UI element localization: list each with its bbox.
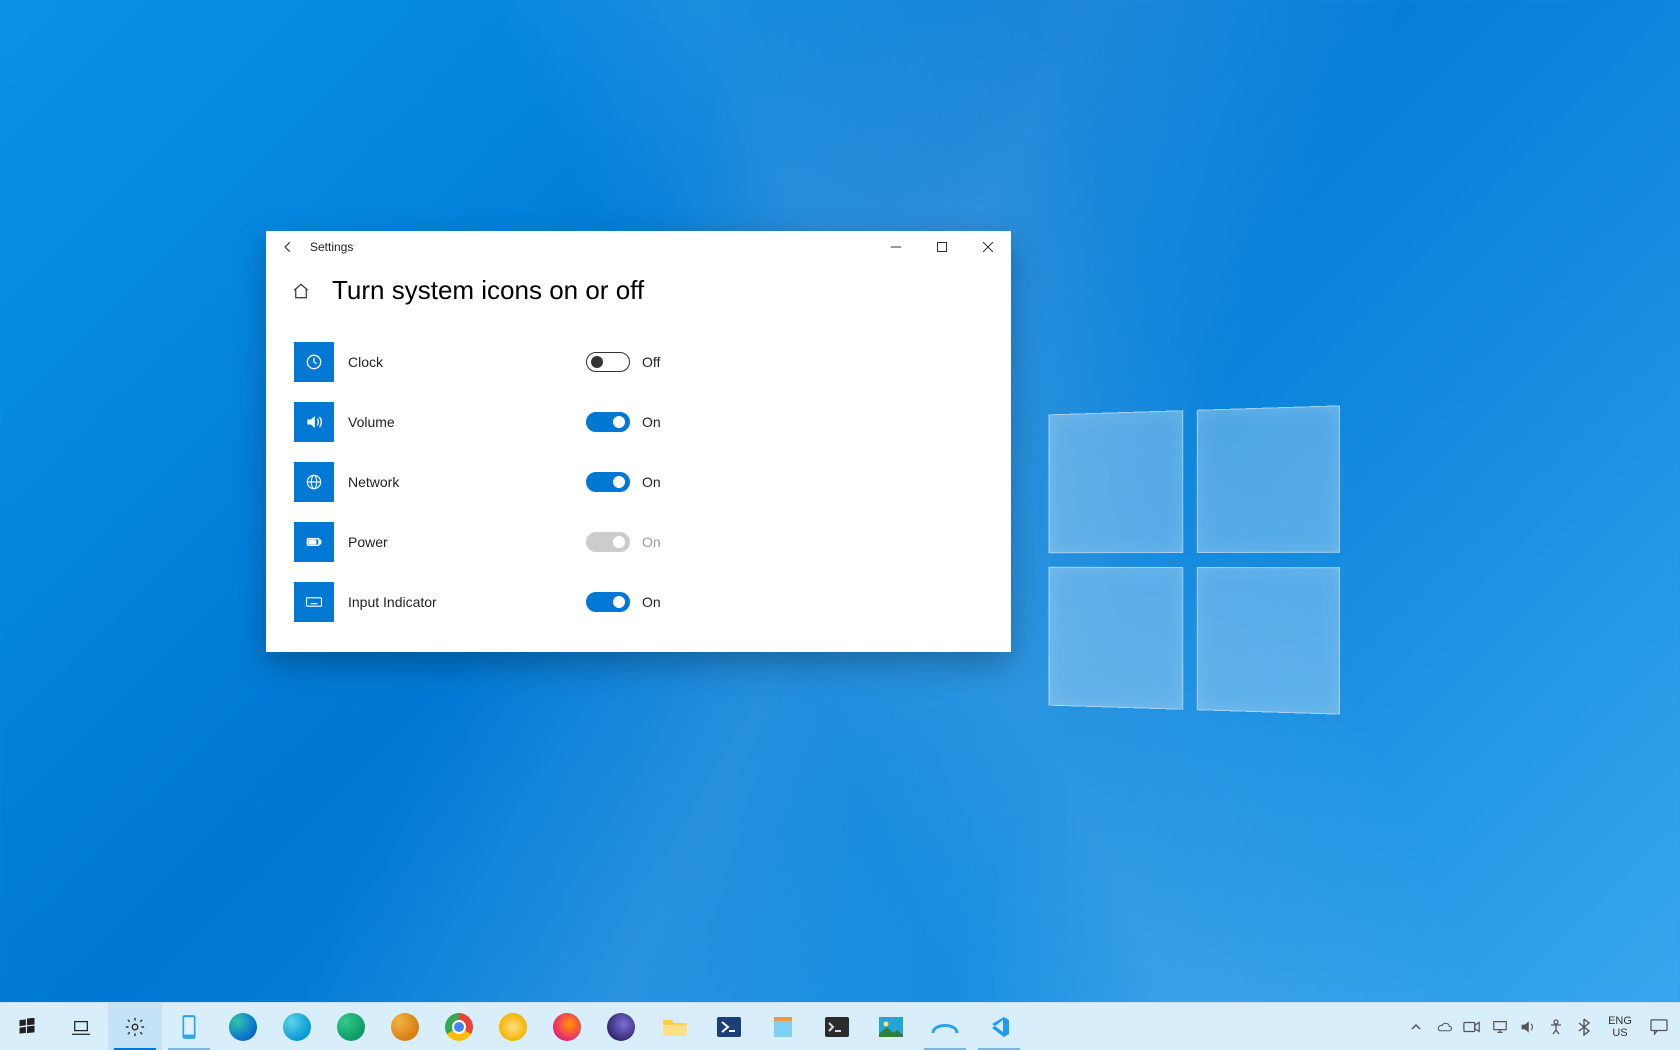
system-tray: ENG US <box>1402 1003 1680 1050</box>
taskbar-app-firefox-dev[interactable] <box>594 1003 648 1050</box>
tray-bluetooth-icon[interactable] <box>1570 1003 1598 1050</box>
volume-icon <box>294 402 334 442</box>
toggle-state: Off <box>642 354 660 370</box>
toggle-input-indicator[interactable] <box>586 592 630 612</box>
lang-bottom: US <box>1598 1027 1642 1039</box>
taskview-button[interactable] <box>54 1003 108 1050</box>
taskbar-app-vscode[interactable] <box>972 1003 1026 1050</box>
tray-onedrive-icon[interactable] <box>1430 1003 1458 1050</box>
lang-top: ENG <box>1598 1015 1642 1027</box>
keyboard-icon <box>294 582 334 622</box>
row-label: Power <box>348 534 586 550</box>
taskbar: ENG US <box>0 1002 1680 1050</box>
taskbar-app-chrome[interactable] <box>432 1003 486 1050</box>
titlebar: Settings <box>266 231 1011 263</box>
row-label: Network <box>348 474 586 490</box>
row-clock: Clock Off <box>294 332 985 392</box>
taskbar-app-terminal[interactable] <box>810 1003 864 1050</box>
row-volume: Volume On <box>294 392 985 452</box>
taskbar-app-chrome-canary[interactable] <box>486 1003 540 1050</box>
toggle-clock[interactable] <box>586 352 630 372</box>
close-button[interactable] <box>965 231 1011 263</box>
start-button[interactable] <box>0 1003 54 1050</box>
taskbar-app-firefox[interactable] <box>540 1003 594 1050</box>
tray-network-icon[interactable] <box>1486 1003 1514 1050</box>
clock-icon <box>294 342 334 382</box>
windows-logo-desktop <box>1049 405 1340 714</box>
tray-volume-icon[interactable] <box>1514 1003 1542 1050</box>
settings-window: Settings Turn system icons on or off <box>266 231 1011 652</box>
toggle-state: On <box>642 534 661 550</box>
back-button[interactable] <box>266 231 310 263</box>
toggle-state: On <box>642 474 661 490</box>
taskbar-app-phone[interactable] <box>162 1003 216 1050</box>
action-center-button[interactable] <box>1642 1019 1676 1035</box>
system-icons-list: Clock Off Volume On <box>292 332 985 632</box>
home-icon[interactable] <box>292 282 310 300</box>
tray-language-indicator[interactable]: ENG US <box>1598 1015 1642 1039</box>
taskbar-app-photos[interactable] <box>864 1003 918 1050</box>
network-icon <box>294 462 334 502</box>
toggle-power <box>586 532 630 552</box>
taskbar-app-edge-canary[interactable] <box>378 1003 432 1050</box>
taskbar-app-powershell[interactable] <box>702 1003 756 1050</box>
page-title: Turn system icons on or off <box>332 275 644 306</box>
taskbar-app-edge-beta[interactable] <box>270 1003 324 1050</box>
toggle-state: On <box>642 594 661 610</box>
taskbar-app-edge-dev[interactable] <box>324 1003 378 1050</box>
taskbar-app-settings[interactable] <box>108 1003 162 1050</box>
row-label: Input Indicator <box>348 594 586 610</box>
taskbar-app-edge[interactable] <box>216 1003 270 1050</box>
row-label: Clock <box>348 354 586 370</box>
taskbar-app-mail[interactable] <box>918 1003 972 1050</box>
window-app-name: Settings <box>310 240 353 254</box>
row-network: Network On <box>294 452 985 512</box>
taskbar-app-notepad[interactable] <box>756 1003 810 1050</box>
toggle-volume[interactable] <box>586 412 630 432</box>
taskbar-app-file-explorer[interactable] <box>648 1003 702 1050</box>
tray-ease-of-access-icon[interactable] <box>1542 1003 1570 1050</box>
power-icon <box>294 522 334 562</box>
maximize-button[interactable] <box>919 231 965 263</box>
row-power: Power On <box>294 512 985 572</box>
row-label: Volume <box>348 414 586 430</box>
tray-overflow-icon[interactable] <box>1402 1003 1430 1050</box>
tray-meetnow-icon[interactable] <box>1458 1003 1486 1050</box>
minimize-button[interactable] <box>873 231 919 263</box>
row-input-indicator: Input Indicator On <box>294 572 985 632</box>
toggle-network[interactable] <box>586 472 630 492</box>
toggle-state: On <box>642 414 661 430</box>
